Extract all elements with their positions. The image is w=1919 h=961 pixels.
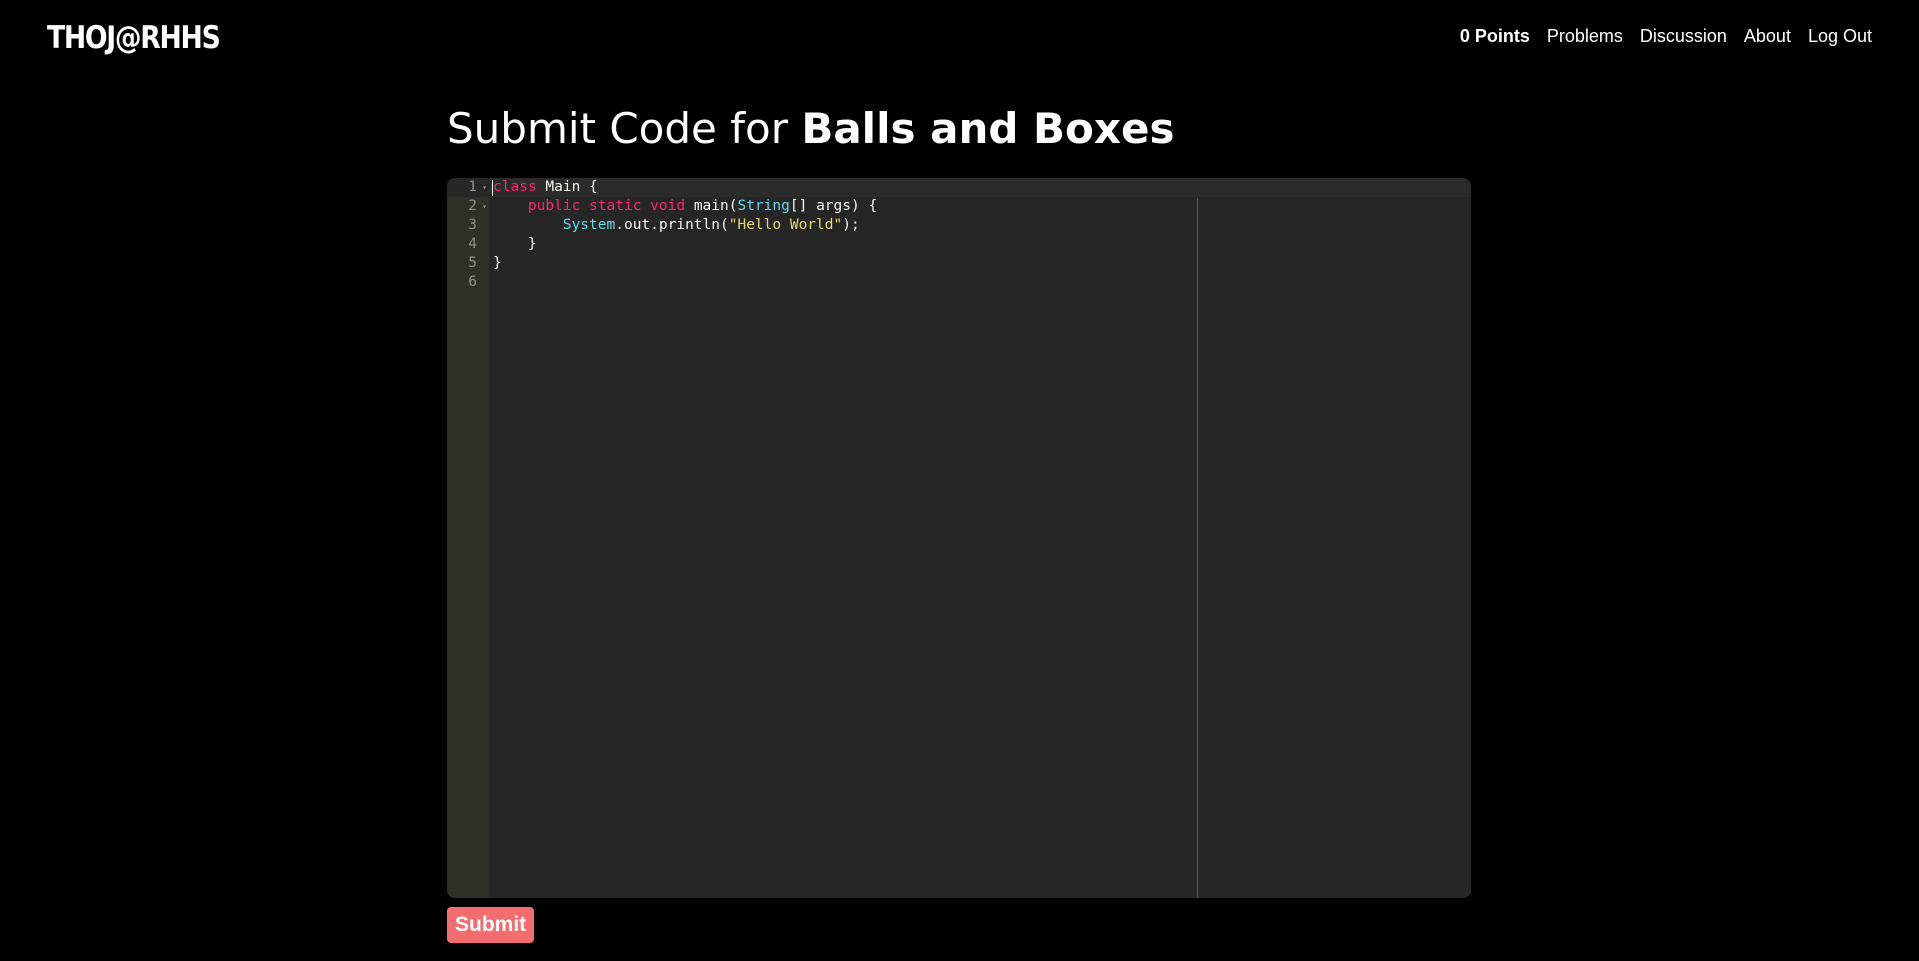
line-number: 4 [468,236,477,252]
code-line: class Main { [489,178,1471,197]
code-line: public static void main(String[] args) { [527,198,878,214]
points-link[interactable]: 0 Points [1460,26,1530,47]
code-line: } [493,255,502,271]
nav-about[interactable]: About [1744,26,1791,47]
code-line: System.out.println("Hello World"); [562,217,860,233]
nav-discussion[interactable]: Discussion [1640,26,1727,47]
fold-toggle-icon[interactable]: ▾ [482,178,487,197]
fold-toggle-icon[interactable]: ▾ [482,197,487,216]
submit-button[interactable]: Submit [447,907,535,943]
line-number: 1 ▾ [447,178,489,197]
nav-logout[interactable]: Log Out [1808,26,1872,47]
line-number: 5 [468,255,477,271]
line-number: 3 [468,217,477,233]
line-number-gutter: 1 ▾ 2 ▾ 3 4 5 6 [447,178,489,898]
nav-problems[interactable]: Problems [1547,26,1623,47]
code-editor[interactable]: 1 ▾ 2 ▾ 3 4 5 6 class Main { public static void… [447,178,1471,898]
title-prefix: Submit Code for [447,104,788,153]
print-margin [1197,198,1198,898]
page-title: Submit Code for Balls and Boxes [447,104,1174,153]
line-number: 6 [468,274,477,290]
code-line: } [493,236,537,252]
site-logo[interactable]: THOJ@RHHS [47,20,221,56]
top-nav: 0 Points Problems Discussion About Log O… [1460,26,1872,47]
text-cursor [492,180,493,196]
code-content[interactable]: class Main { public static void main(Str… [489,178,1471,898]
line-number: 2 ▾ [468,197,487,216]
problem-name: Balls and Boxes [801,104,1175,153]
